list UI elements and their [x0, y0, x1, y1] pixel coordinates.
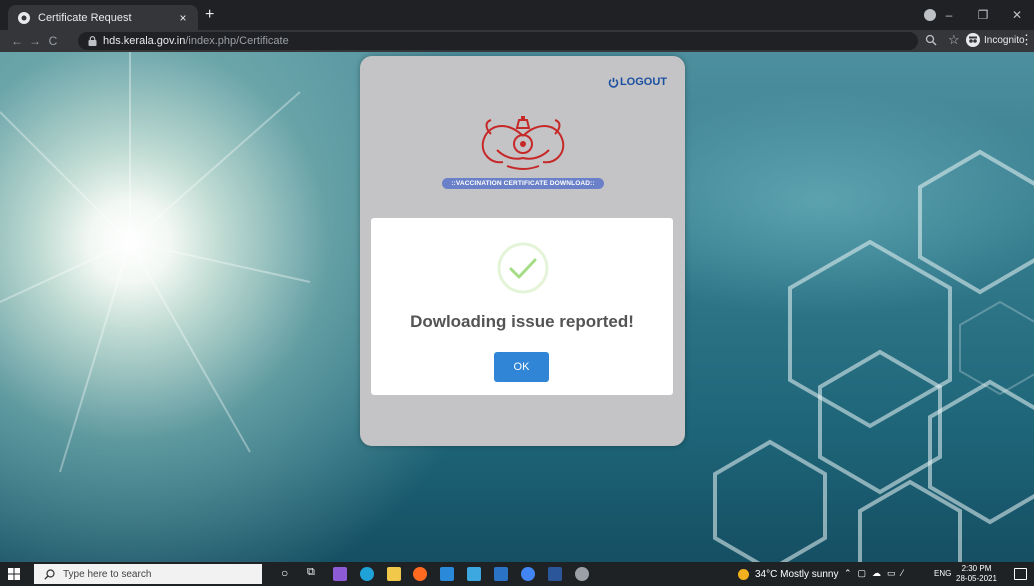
incognito-favicon-icon [18, 11, 30, 24]
chrome-icon[interactable] [521, 567, 535, 581]
weather-text: 34°C Mostly sunny [755, 568, 839, 580]
app2-icon[interactable] [467, 567, 481, 581]
file-explorer-icon[interactable] [387, 567, 401, 581]
cortana-icon[interactable]: ○ [281, 566, 288, 580]
taskbar-search[interactable]: Type here to search [34, 564, 262, 584]
incognito-profile[interactable]: Incognito [966, 33, 1025, 47]
menu-kebab-icon[interactable]: ⋮ [1020, 32, 1033, 48]
zoom-icon[interactable] [925, 34, 937, 46]
system-tray-icons[interactable]: ⌃▢☁▭⁄ [844, 568, 909, 579]
sun-icon [738, 568, 749, 580]
app-icon[interactable] [440, 567, 454, 581]
windows-start-icon[interactable] [8, 568, 20, 580]
minimize-button[interactable]: – [932, 8, 966, 22]
windows-taskbar: Type here to search ○ ⧉ 34°C Mostly sunn… [0, 562, 1034, 586]
browser-tab[interactable]: Certificate Request × [8, 5, 198, 30]
lock-icon [88, 36, 97, 46]
address-bar[interactable]: hds.kerala.gov.in/index.php/Certificate [78, 32, 918, 50]
firefox-icon[interactable] [413, 567, 427, 581]
ok-button[interactable]: OK [494, 352, 549, 382]
page-viewport: LOGOUT ::VACCINATION CERTIFICATE DOWNLOA… [0, 52, 1034, 562]
task-view-icon[interactable]: ⧉ [307, 566, 315, 579]
clock-time: 2:30 PM [961, 564, 992, 573]
url-path: /index.php/Certificate [185, 35, 289, 47]
back-arrow-icon[interactable]: ← [8, 34, 26, 48]
clock-date: 28-05-2021 [956, 574, 997, 583]
clock[interactable]: 2:30 PM 28-05-2021 [956, 564, 997, 584]
weather-widget[interactable]: 34°C Mostly sunny [738, 562, 838, 586]
photos-icon[interactable] [494, 567, 508, 581]
forward-arrow-icon[interactable]: → [26, 34, 44, 48]
restore-button[interactable]: ❐ [966, 8, 1000, 22]
tab-title: Certificate Request [38, 11, 132, 24]
visual-studio-icon[interactable] [333, 567, 347, 581]
close-window-button[interactable]: ✕ [1000, 8, 1034, 22]
browser-tabstrip: Certificate Request × + – ❐ ✕ [0, 0, 1034, 30]
reload-icon[interactable]: C [44, 34, 62, 48]
search-placeholder: Type here to search [63, 568, 152, 580]
new-tab-button[interactable]: + [205, 7, 214, 23]
word-icon[interactable] [548, 567, 562, 581]
modal-title: Dowloading issue reported! [410, 312, 634, 331]
tab-close-icon[interactable]: × [174, 11, 192, 25]
success-check-icon [497, 242, 549, 294]
edge-icon[interactable] [360, 567, 374, 581]
bookmark-star-icon[interactable]: ☆ [948, 32, 960, 48]
incognito-label: Incognito [984, 34, 1025, 46]
window-controls: – ❐ ✕ [932, 0, 1034, 30]
incognito-icon [966, 33, 980, 47]
search-icon [44, 568, 55, 580]
modal-overlay: Dowloading issue reported! OK [0, 52, 1034, 562]
notification-center-icon[interactable] [1014, 568, 1027, 580]
browser-toolbar: ← → C hds.kerala.gov.in/index.php/Certif… [0, 30, 1034, 52]
chrome-incognito-icon[interactable] [575, 567, 589, 581]
language-indicator[interactable]: ENG [934, 569, 951, 578]
url-host: hds.kerala.gov.in [103, 35, 186, 47]
alert-dialog: Dowloading issue reported! OK [371, 218, 673, 395]
